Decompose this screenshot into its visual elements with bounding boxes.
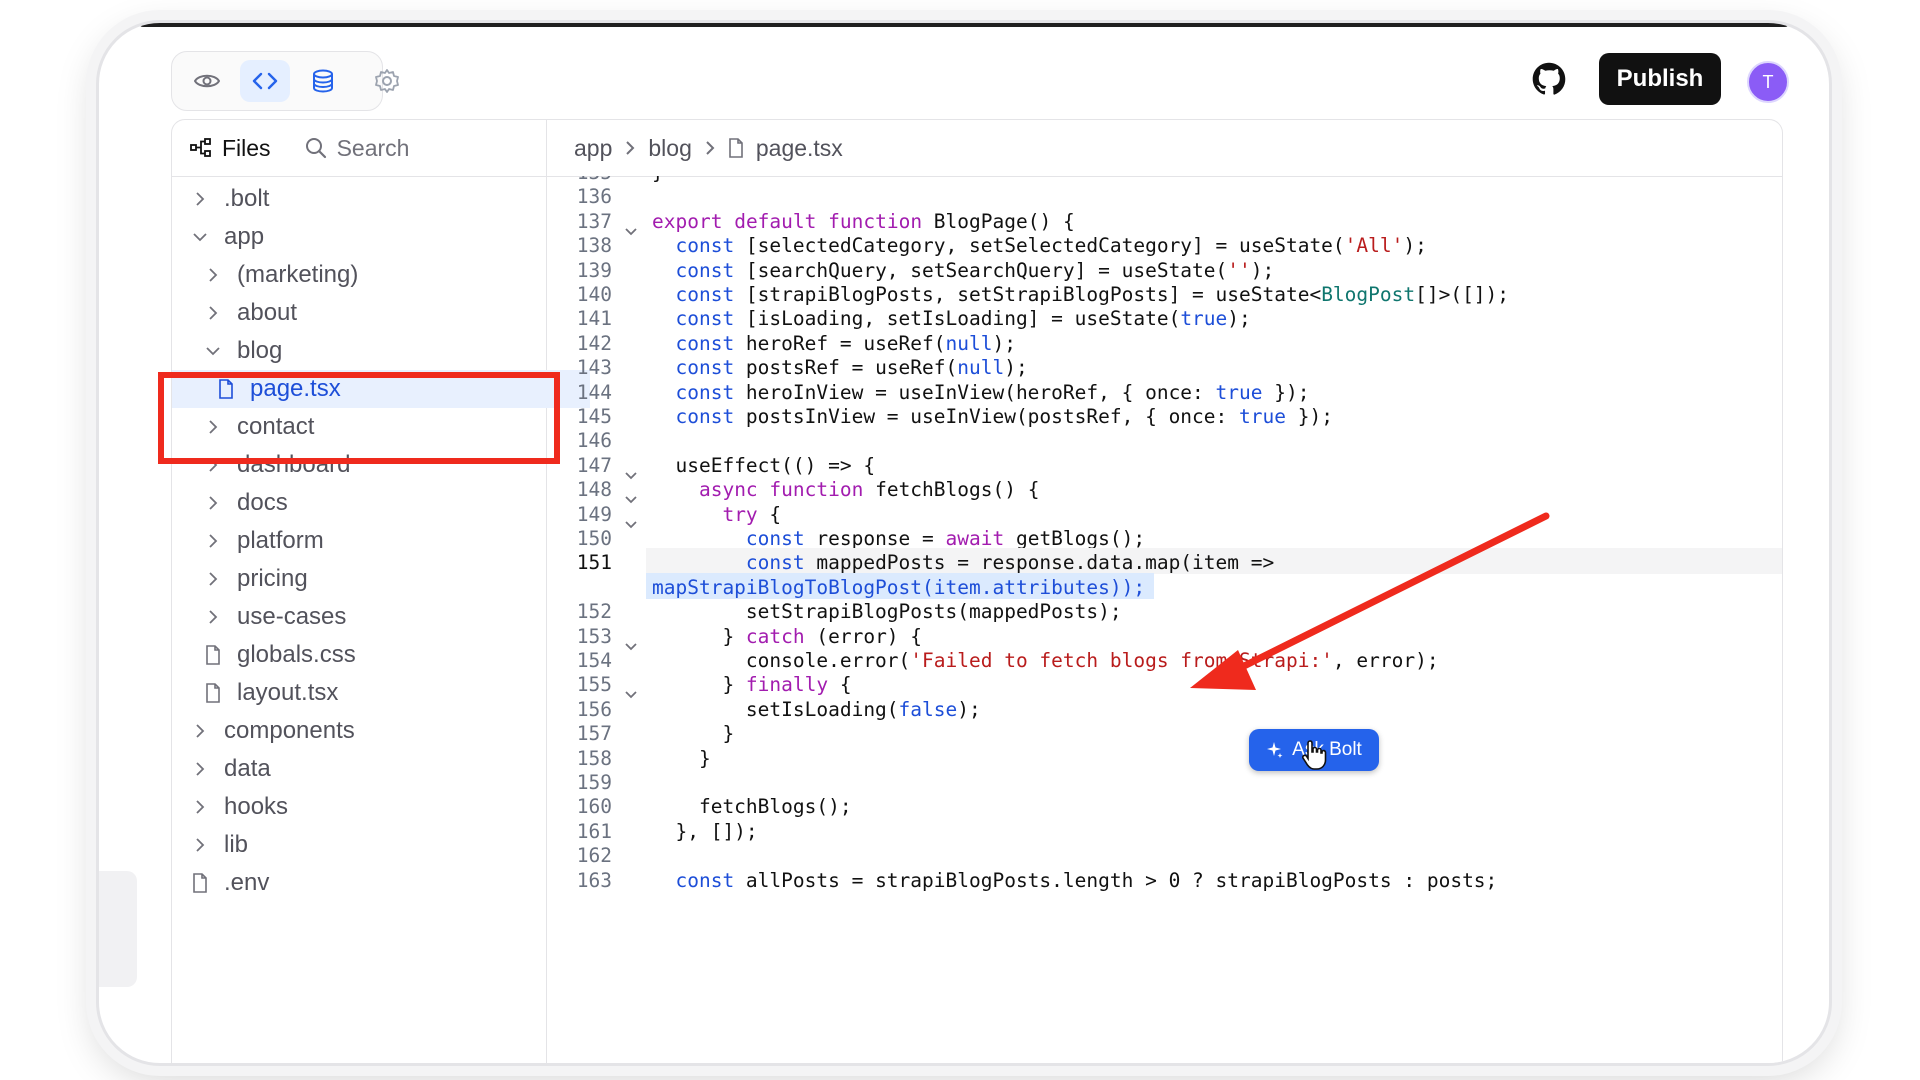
folder-item-components[interactable]: components bbox=[172, 712, 564, 750]
code-editor[interactable]: 135}136137export default function BlogPa… bbox=[546, 176, 1782, 1063]
file-icon bbox=[203, 682, 223, 704]
background-card bbox=[99, 871, 137, 987]
folder-item-data[interactable]: data bbox=[172, 750, 564, 788]
tree-item-label: (marketing) bbox=[237, 261, 359, 288]
tree-item-label: platform bbox=[237, 527, 324, 554]
tree-item-label: lib bbox=[224, 831, 249, 858]
file-icon bbox=[729, 138, 743, 158]
chevron-right-icon bbox=[190, 721, 210, 741]
folder-item-pricing[interactable]: pricing bbox=[172, 560, 577, 598]
window-top-edge bbox=[139, 23, 1789, 27]
github-button[interactable] bbox=[1529, 59, 1569, 99]
file-item-layout-tsx[interactable]: layout.tsx bbox=[172, 674, 577, 712]
folder-item-marketing[interactable]: (marketing) bbox=[172, 256, 577, 294]
editor-area: app blog page.tsx 135}136137export defau… bbox=[546, 120, 1782, 1063]
fold-chevron-icon[interactable] bbox=[624, 509, 638, 528]
folder-item-app[interactable]: app bbox=[172, 218, 564, 256]
chevron-right-icon bbox=[203, 607, 223, 627]
folder-item-platform[interactable]: platform bbox=[172, 522, 577, 560]
tree-item-label: hooks bbox=[224, 793, 289, 820]
breadcrumb: app blog page.tsx bbox=[546, 120, 1782, 177]
eye-icon bbox=[194, 74, 220, 88]
workbench-panel: Files Search .bolt app (marketing) about blo… bbox=[171, 119, 1783, 1063]
app-window: Publish T Files Search .bolt app (marketin… bbox=[96, 20, 1832, 1066]
folder-item-docs[interactable]: docs bbox=[172, 484, 577, 522]
fold-chevron-icon[interactable] bbox=[624, 216, 638, 236]
folder-item-lib[interactable]: lib bbox=[172, 826, 564, 864]
fold-chevron-icon[interactable] bbox=[624, 484, 638, 504]
line-number: 163 bbox=[576, 868, 612, 892]
file-item-env[interactable]: .env bbox=[172, 864, 564, 902]
fold-chevron-icon[interactable] bbox=[624, 460, 638, 480]
folder-item-bolt[interactable]: .bolt bbox=[172, 180, 564, 218]
tree-item-label: docs bbox=[237, 489, 288, 516]
tree-item-label: layout.tsx bbox=[237, 679, 339, 706]
database-icon bbox=[313, 69, 333, 93]
tree-item-label: .env bbox=[224, 869, 270, 896]
folder-item-use-cases[interactable]: use-cases bbox=[172, 598, 577, 636]
tree-item-label: blog bbox=[237, 337, 283, 364]
folder-item-about[interactable]: about bbox=[172, 294, 577, 332]
tab-files-label: Files bbox=[222, 134, 271, 161]
breadcrumb-item[interactable]: blog bbox=[648, 135, 691, 162]
tab-files[interactable]: Files bbox=[190, 135, 271, 162]
hand-cursor-icon bbox=[1302, 740, 1327, 770]
sidebar-header: Files Search bbox=[172, 120, 546, 177]
tree-item-label: use-cases bbox=[237, 603, 347, 630]
chevron-right-icon bbox=[190, 759, 210, 779]
file-item-globals-css[interactable]: globals.css bbox=[172, 636, 577, 674]
database-button[interactable] bbox=[298, 60, 348, 102]
github-icon bbox=[1532, 62, 1566, 95]
preview-button[interactable] bbox=[182, 60, 232, 102]
chevron-right-icon bbox=[626, 141, 635, 155]
tree-item-label: globals.css bbox=[237, 641, 356, 668]
publish-button[interactable]: Publish bbox=[1599, 53, 1721, 105]
tree-item-label: pricing bbox=[237, 565, 308, 592]
chevron-down-icon bbox=[190, 227, 210, 247]
folder-item-blog[interactable]: blog bbox=[172, 332, 577, 370]
chevron-right-icon bbox=[203, 493, 223, 513]
chevron-right-icon bbox=[190, 835, 210, 855]
chevron-right-icon bbox=[706, 141, 715, 155]
tab-search-label: Search bbox=[336, 134, 410, 161]
chevron-right-icon bbox=[190, 189, 210, 209]
chevron-right-icon bbox=[203, 303, 223, 323]
file-icon bbox=[203, 644, 223, 666]
chevron-right-icon bbox=[203, 265, 223, 285]
settings-button[interactable] bbox=[367, 61, 407, 101]
tree-item-label: components bbox=[224, 717, 355, 744]
code-text: const allPosts = strapiBlogPosts.length … bbox=[675, 868, 1498, 892]
folder-item-hooks[interactable]: hooks bbox=[172, 788, 564, 826]
tree-item-label: data bbox=[224, 755, 271, 782]
breadcrumb-item-current[interactable]: page.tsx bbox=[756, 135, 843, 162]
chevron-right-icon bbox=[203, 531, 223, 551]
fold-chevron-icon[interactable] bbox=[624, 679, 638, 699]
file-icon bbox=[190, 872, 210, 894]
file-tree-icon bbox=[190, 138, 211, 157]
view-mode-toolbar bbox=[171, 51, 383, 111]
code-view-button[interactable] bbox=[240, 60, 290, 102]
fold-chevron-icon[interactable] bbox=[624, 631, 638, 650]
gear-icon bbox=[375, 69, 399, 93]
highlight-annotation-box bbox=[158, 372, 560, 464]
code-icon bbox=[252, 72, 278, 90]
chevron-down-icon bbox=[203, 341, 223, 361]
avatar[interactable]: T bbox=[1747, 61, 1789, 103]
file-explorer: Files Search .bolt app (marketing) about blo… bbox=[172, 120, 590, 1063]
sparkle-icon bbox=[1267, 742, 1283, 758]
search-icon bbox=[305, 138, 326, 159]
tree-item-label: .bolt bbox=[224, 185, 270, 212]
tree-item-label: about bbox=[237, 299, 298, 326]
code-line: 163 const allPosts = strapiBlogPosts.len… bbox=[546, 866, 1782, 896]
tab-search[interactable]: Search bbox=[305, 134, 410, 162]
tree-item-label: app bbox=[224, 223, 265, 250]
breadcrumb-item[interactable]: app bbox=[574, 135, 612, 162]
chevron-right-icon bbox=[203, 569, 223, 589]
chevron-right-icon bbox=[190, 797, 210, 817]
